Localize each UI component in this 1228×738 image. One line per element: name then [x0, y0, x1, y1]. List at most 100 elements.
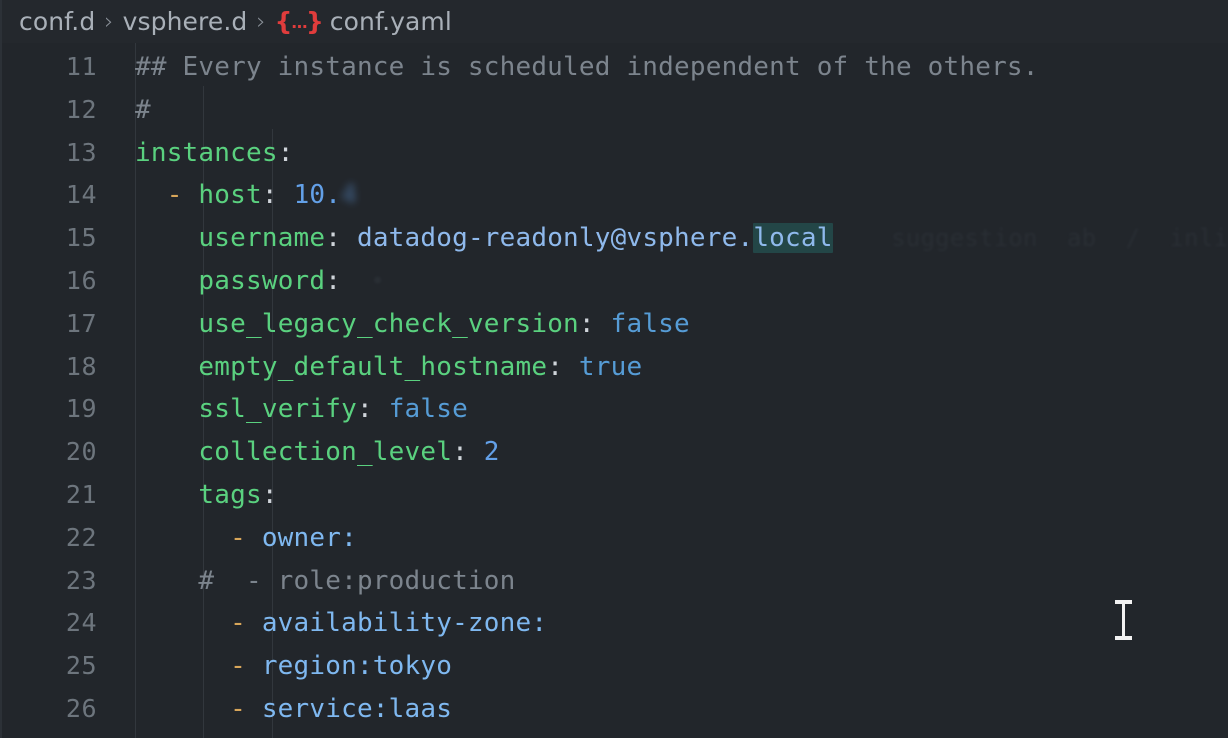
line-number: 23	[65, 565, 97, 595]
code-line-text[interactable]: - region:tokyo	[97, 645, 1228, 688]
breadcrumb-item-vsphered[interactable]: vsphere.d	[123, 7, 248, 36]
code-token: empty_default_hostname	[198, 351, 548, 382]
code-line[interactable]: 12 #	[2, 89, 1228, 132]
code-line-text[interactable]: - service:laas	[97, 688, 1228, 731]
code-line-text[interactable]: # - role:production	[97, 560, 1228, 603]
code-token: 2	[483, 437, 500, 468]
code-line[interactable]: 21 tags:	[2, 474, 1228, 517]
code-line-text[interactable]: use_legacy_check_version: false	[97, 303, 1228, 346]
line-number: 18	[65, 351, 97, 381]
breadcrumb-item-confd[interactable]: conf.d	[19, 7, 95, 36]
line-number: 22	[65, 522, 97, 552]
code-line[interactable]: 27 -	[2, 731, 1228, 738]
code-token: -	[135, 522, 262, 553]
code-token: -	[135, 651, 262, 682]
line-number: 15	[65, 223, 97, 253]
code-token: region:tokyo	[261, 651, 453, 682]
code-token: :	[261, 180, 294, 211]
code-token: password	[198, 265, 326, 296]
code-token: 10.	[293, 180, 342, 211]
code-token: :	[325, 223, 357, 254]
line-number: 26	[65, 693, 97, 723]
code-line[interactable]: 14 - host: 10.4	[2, 174, 1228, 217]
code-token: :	[261, 479, 278, 510]
code-line-text[interactable]: -	[97, 731, 1228, 738]
line-number: 20	[65, 437, 97, 467]
code-token: username	[198, 223, 326, 254]
code-token: -	[135, 693, 262, 724]
code-token: datadog-readonly@vsphere.	[356, 223, 754, 254]
code-token: :	[452, 437, 484, 468]
code-token: availability-zone:	[261, 608, 548, 639]
code-line-text[interactable]: collection_level: 2	[97, 431, 1228, 474]
code-token: ssl_verify	[198, 394, 357, 425]
code-token: host	[198, 180, 262, 211]
code-line-text[interactable]: - availability-zone:	[97, 602, 1228, 645]
code-token: false	[388, 394, 468, 425]
code-line-text[interactable]: empty_default_hostname: true	[97, 346, 1228, 389]
code-editor[interactable]: 11 ## Every instance is scheduled indepen…	[2, 43, 1228, 738]
breadcrumb-item-confyaml[interactable]: conf.yaml	[330, 7, 452, 36]
code-line-text[interactable]: #	[97, 89, 1228, 132]
line-number: 11	[65, 52, 97, 81]
code-token: tags	[198, 479, 262, 510]
code-line-text[interactable]: - host: 10.4	[97, 174, 1228, 217]
code-line[interactable]: 11 ## Every instance is scheduled indepen…	[2, 46, 1228, 89]
code-token: -	[135, 180, 199, 211]
code-line-text[interactable]: ssl_verify: false	[97, 388, 1228, 431]
code-line[interactable]: 19 ssl_verify: false	[2, 388, 1228, 431]
line-number: 12	[65, 94, 97, 124]
code-token: :	[578, 308, 611, 339]
breadcrumb-separator-1: ›	[104, 8, 114, 35]
breadcrumb-separator-2: ›	[256, 8, 266, 35]
code-line[interactable]: 17 use_legacy_check_version: false	[2, 303, 1228, 346]
code-line[interactable]: 23 # - role:production	[2, 560, 1228, 603]
code-line[interactable]: 24 - availability-zone:	[2, 602, 1228, 645]
code-token: suggestion ab / inline hint	[891, 224, 1228, 253]
code-line-text[interactable]: - owner:	[97, 517, 1228, 560]
line-number: 21	[65, 479, 97, 509]
breadcrumb: conf.d › vsphere.d › {…} conf.yaml	[2, 0, 1228, 43]
code-token: :	[356, 394, 389, 425]
code-token: ## Every instance is scheduled independe…	[135, 52, 1039, 82]
code-token: local	[753, 223, 833, 254]
code-line[interactable]: 22 - owner:	[2, 517, 1228, 560]
line-number: 27	[2, 731, 97, 738]
code-token: :	[277, 137, 294, 168]
braces-close: }	[305, 7, 324, 36]
braces-icon: {…}	[274, 7, 324, 36]
editor-window: conf.d › vsphere.d › {…} conf.yaml 11 ## …	[0, 0, 1228, 738]
code-token: 4	[341, 180, 357, 211]
braces-open: {	[274, 7, 293, 36]
code-token: instances	[135, 137, 278, 168]
line-number: 17	[65, 308, 97, 338]
code-line[interactable]: 25 - region:tokyo	[2, 645, 1228, 688]
code-token: collection_level	[198, 437, 453, 468]
code-line[interactable]: 26 - service:laas	[2, 688, 1228, 731]
code-token: use_legacy_check_version	[198, 308, 579, 339]
code-token: :	[547, 351, 579, 382]
code-line[interactable]: 16 password: •	[2, 260, 1228, 303]
code-line-text[interactable]: username: datadog-readonly@vsphere.local…	[97, 217, 1228, 260]
code-line-text[interactable]: instances:	[97, 132, 1228, 175]
code-line[interactable]: 20 collection_level: 2	[2, 431, 1228, 474]
code-token: owner:	[261, 522, 357, 553]
code-token: true	[578, 351, 643, 382]
code-token: #	[135, 94, 151, 125]
line-number: 25	[65, 651, 97, 681]
code-line-text[interactable]: password: •	[97, 260, 1228, 303]
code-line[interactable]: 15 username: datadog-readonly@vsphere.lo…	[2, 217, 1228, 260]
code-token: false	[610, 308, 690, 339]
code-line-text[interactable]: tags:	[97, 474, 1228, 517]
code-line[interactable]: 18 empty_default_hostname: true	[2, 346, 1228, 389]
code-lines-container[interactable]: 11 ## Every instance is scheduled indepen…	[2, 43, 1228, 738]
code-line[interactable]: 13 instances:	[2, 132, 1228, 175]
line-number: 24	[65, 608, 97, 638]
code-line-text[interactable]: ## Every instance is scheduled independe…	[97, 46, 1228, 89]
braces-dots: …	[291, 13, 307, 32]
